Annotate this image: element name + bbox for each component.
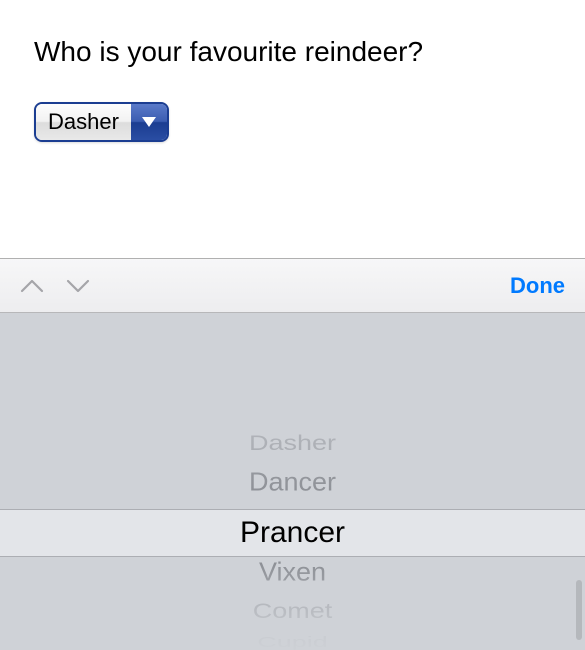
question-label: Who is your favourite reindeer?	[34, 36, 551, 68]
picker-item[interactable]: Cupid	[0, 635, 585, 649]
dropdown-arrow-icon	[131, 104, 167, 140]
picker-item[interactable]: Dasher	[0, 429, 585, 458]
picker-selection-indicator: Prancer	[0, 509, 585, 557]
picker-item[interactable]: Dancer	[0, 462, 585, 502]
picker-selected-value: Prancer	[240, 516, 345, 550]
input-accessory-area: Done Dasher Dancer Vixen Comet Cupid Pra…	[0, 258, 585, 650]
picker-item[interactable]: Comet	[0, 597, 585, 626]
picker-wheel[interactable]: Dasher Dancer Vixen Comet Cupid Prancer	[0, 313, 585, 650]
previous-field-button[interactable]	[20, 278, 44, 294]
done-button[interactable]: Done	[510, 273, 565, 299]
reindeer-dropdown[interactable]: Dasher	[34, 102, 169, 142]
dropdown-selected-label: Dasher	[36, 104, 131, 140]
scrollbar-indicator	[576, 580, 582, 640]
accessory-bar: Done	[0, 259, 585, 313]
picker-item[interactable]: Vixen	[0, 552, 585, 592]
next-field-button[interactable]	[66, 278, 90, 294]
